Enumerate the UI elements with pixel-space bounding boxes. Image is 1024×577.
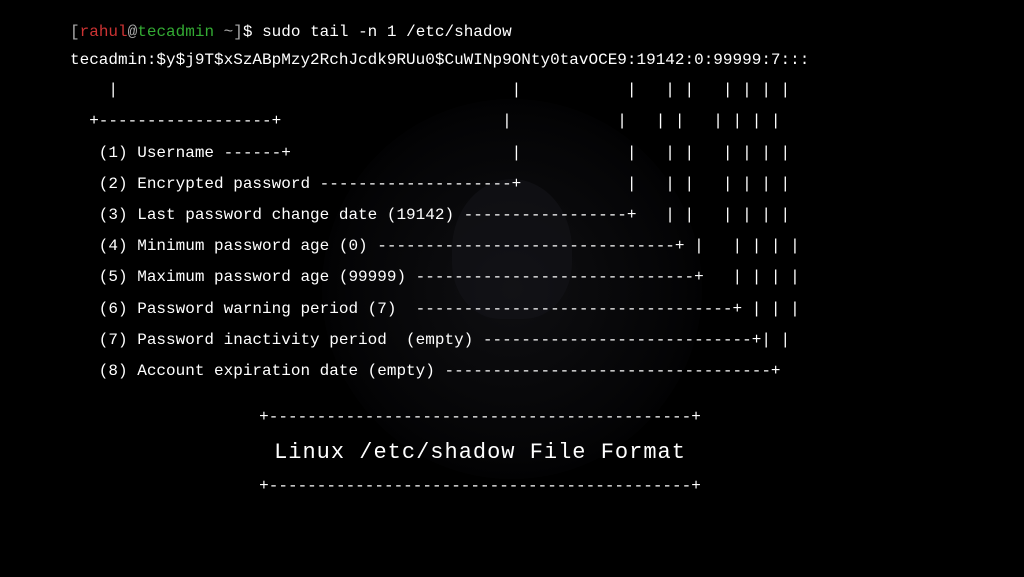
field-diagram: | | | | | | | | | +------------------+ |… — [70, 75, 1024, 387]
terminal-prompt-line: [rahul@tecadmin ~]$ sudo tail -n 1 /etc/… — [70, 20, 1024, 46]
prompt-at: @ — [128, 23, 138, 41]
title-text: Linux /etc/shadow File Format — [200, 431, 760, 474]
shadow-file-output: tecadmin:$y$j9T$xSzABpMzy2RchJcdk9RUu0$C… — [70, 48, 1024, 74]
prompt-user: rahul — [80, 23, 128, 41]
prompt-tilde: ~ — [214, 23, 233, 41]
title-box: +---------------------------------------… — [200, 405, 760, 499]
prompt-dollar: $ — [243, 23, 262, 41]
prompt-close-bracket: ] — [233, 23, 243, 41]
prompt-open-bracket: [ — [70, 23, 80, 41]
prompt-host: tecadmin — [137, 23, 214, 41]
title-bottom-border: +---------------------------------------… — [200, 474, 760, 500]
title-top-border: +---------------------------------------… — [200, 405, 760, 431]
prompt-command: sudo tail -n 1 /etc/shadow — [262, 23, 512, 41]
